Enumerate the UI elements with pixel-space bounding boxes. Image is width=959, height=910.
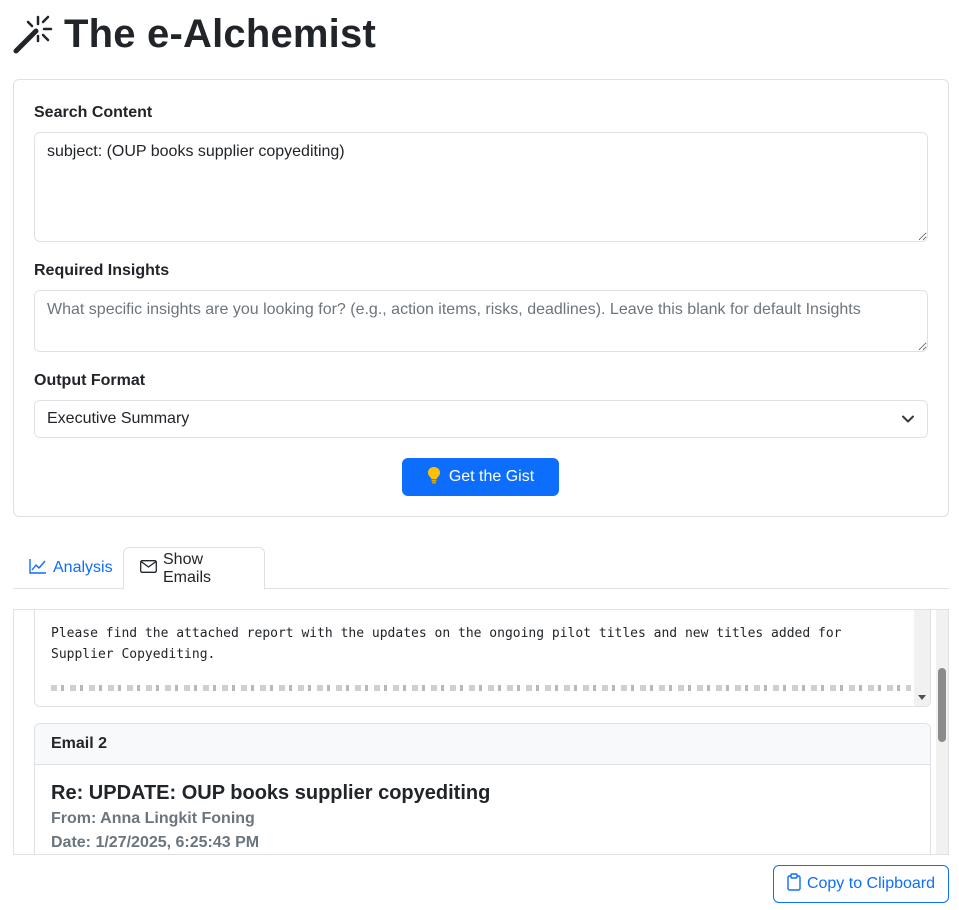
tab-show-emails-label: Show Emails [163,550,212,586]
app-header: The e-Alchemist [12,8,376,60]
email-1-body[interactable]: Please find the attached report with the… [34,610,931,707]
email-1-scrollbar[interactable] [914,610,930,706]
scroll-down-arrow-icon[interactable] [918,695,926,700]
email-2-subject: Re: UPDATE: OUP books supplier copyediti… [51,782,491,804]
output-format-label: Output Format [34,372,146,389]
tab-analysis[interactable]: Analysis [13,547,129,589]
email-1-text: Please find the attached report with the… [51,626,842,662]
envelope-icon [140,559,157,578]
required-insights-input[interactable] [34,290,928,352]
emails-panel-scrollbar[interactable] [936,610,948,854]
magic-wand-icon [12,13,54,55]
output-format-value: Executive Summary [47,410,190,427]
email-2-header: Email 2 [35,724,930,765]
tab-show-emails[interactable]: Show Emails [123,547,265,590]
get-the-gist-label: Get the Gist [448,468,535,485]
required-insights-label: Required Insights [34,262,170,279]
app-title: The e-Alchemist [64,11,376,56]
copy-to-clipboard-button[interactable]: Copy to Clipboard [773,865,949,903]
email-2-date: Date: 1/27/2025, 6:25:43 PM [51,834,260,851]
search-content-input[interactable]: subject: (OUP books supplier copyediting… [34,132,928,242]
chevron-down-icon [901,412,915,431]
line-chart-icon [29,558,47,579]
lightbulb-icon [427,466,441,489]
clipped-text-line [51,685,911,691]
email-2-card: Email 2 Re: UPDATE: OUP books supplier c… [34,723,931,854]
get-the-gist-button[interactable]: Get the Gist [402,458,559,496]
email-2-from: From: Anna Lingkit Foning [51,810,255,827]
tab-analysis-label: Analysis [53,559,113,576]
scrollbar-thumb[interactable] [938,668,946,742]
copy-to-clipboard-label: Copy to Clipboard [806,875,936,892]
emails-panel[interactable]: Please find the attached report with the… [13,609,949,855]
output-format-select[interactable]: Executive Summary [34,400,928,438]
results-tabs: Analysis Show Emails [13,547,949,590]
clipboard-icon [787,872,801,896]
search-content-label: Search Content [34,104,153,121]
query-form-card: Search Content subject: (OUP books suppl… [13,79,949,517]
